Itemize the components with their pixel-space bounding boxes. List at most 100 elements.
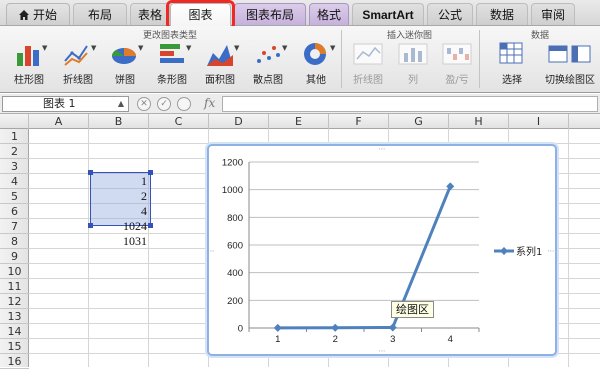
y-tick-label: 400 xyxy=(227,268,243,279)
column-chart-label: 柱形图 xyxy=(14,75,44,86)
cell-value[interactable]: 2 xyxy=(89,189,147,204)
tab-home[interactable]: 开始 xyxy=(6,3,70,25)
cell-value[interactable]: 1031 xyxy=(89,234,147,249)
select-data-button[interactable]: 选择 xyxy=(486,41,538,86)
row-header[interactable]: 13 xyxy=(0,309,29,324)
chevron-down-icon[interactable]: ▼ xyxy=(282,44,287,52)
ribbon-tab-bar: 开始 布局 表格 图表 图表布局 格式 SmartArt 公式 数据 审阅 xyxy=(0,0,600,30)
sparkline-line-icon xyxy=(353,43,383,65)
row-header[interactable]: 5 xyxy=(0,189,29,204)
chart-object[interactable]: 0 200 400 600 800 1000 1200 1 2 3 4 系列1 ⋯ ⋯ ⋯ ⋯ xyxy=(207,144,557,356)
cell-value[interactable]: 4 xyxy=(89,204,147,219)
formula-bar: 图表 1 ▲ ✕ ✓ fx xyxy=(0,94,600,114)
row-header[interactable]: 15 xyxy=(0,339,29,354)
tab-chart-layout[interactable]: 图表布局 xyxy=(234,3,306,25)
row-header[interactable]: 8 xyxy=(0,234,29,249)
tab-data[interactable]: 数据 xyxy=(476,3,528,25)
tab-review[interactable]: 审阅 xyxy=(531,3,575,25)
y-tick-label: 0 xyxy=(238,324,243,335)
line-chart-label: 折线图 xyxy=(63,75,93,86)
tab-format[interactable]: 格式 xyxy=(309,3,349,25)
column-header[interactable]: C xyxy=(149,114,209,129)
stepper-icon[interactable]: ▲ xyxy=(118,97,124,111)
chevron-down-icon[interactable]: ▼ xyxy=(42,44,47,52)
column-header[interactable]: G xyxy=(389,114,449,129)
data-point xyxy=(273,323,282,332)
column-header[interactable]: D xyxy=(209,114,269,129)
y-tick-label: 1200 xyxy=(222,158,243,169)
line-chart-icon xyxy=(64,45,88,66)
chevron-down-icon[interactable]: ▼ xyxy=(330,44,335,52)
switch-plot-button[interactable]: 切换绘图区 xyxy=(542,41,598,86)
pie-chart-icon xyxy=(111,48,136,64)
formula-input[interactable] xyxy=(222,96,598,112)
column-header[interactable]: F xyxy=(329,114,389,129)
y-tick-label: 1000 xyxy=(222,185,243,196)
row-header[interactable]: 12 xyxy=(0,294,29,309)
data-point xyxy=(331,323,340,332)
column-headers: ABCDEFGHI xyxy=(0,114,600,129)
tab-home-label: 开始 xyxy=(32,8,57,22)
tooltip: 绘图区 xyxy=(391,301,434,318)
column-header[interactable]: E xyxy=(269,114,329,129)
chevron-down-icon[interactable]: ▼ xyxy=(186,44,191,52)
select-all-corner[interactable] xyxy=(0,114,29,129)
sparkline-column-icon xyxy=(398,43,428,65)
sparkline-winloss-icon xyxy=(442,43,472,65)
data-point xyxy=(388,323,397,332)
tab-layout[interactable]: 布局 xyxy=(73,3,127,25)
data-point xyxy=(446,182,455,191)
confirm-icon[interactable]: ✓ xyxy=(157,97,171,111)
y-tick-label: 600 xyxy=(227,241,243,252)
chevron-down-icon[interactable]: ▼ xyxy=(91,44,96,52)
fx-icon[interactable]: fx xyxy=(204,96,215,110)
pie-chart-label: 饼图 xyxy=(115,75,135,86)
row-header[interactable]: 9 xyxy=(0,249,29,264)
select-data-icon xyxy=(499,42,523,64)
bar-chart-icon xyxy=(160,44,184,63)
scatter-chart-icon xyxy=(257,46,280,63)
column-header[interactable]: H xyxy=(449,114,509,129)
row-headers: 1 2 3 4 5 6 7 8 9 10 11 12 13 14 15 16 xyxy=(0,129,29,369)
cell-value[interactable]: 1024 xyxy=(89,219,147,234)
y-tick-label: 200 xyxy=(227,296,243,307)
column-header[interactable]: A xyxy=(29,114,89,129)
row-header[interactable]: 6 xyxy=(0,204,29,219)
tab-tables[interactable]: 表格 xyxy=(130,3,170,25)
name-box[interactable]: 图表 1 ▲ xyxy=(2,96,129,112)
row-header[interactable]: 2 xyxy=(0,144,29,159)
switch-plot-label: 切换绘图区 xyxy=(545,75,595,86)
column-header[interactable]: I xyxy=(509,114,569,129)
insert-function-circle[interactable] xyxy=(177,97,191,111)
row-header[interactable]: 3 xyxy=(0,159,29,174)
switch-row-column-icon xyxy=(548,45,591,63)
row-header[interactable]: 11 xyxy=(0,279,29,294)
sparkline-winloss-label: 盈/亏 xyxy=(445,75,469,86)
range-handle[interactable] xyxy=(148,223,153,228)
area-chart-icon xyxy=(207,45,233,66)
cancel-icon[interactable]: ✕ xyxy=(137,97,151,111)
range-handle[interactable] xyxy=(148,170,153,175)
other-charts-label: 其他 xyxy=(306,75,326,86)
row-header[interactable]: 14 xyxy=(0,324,29,339)
group-title-sparklines: 插入迷你图 xyxy=(386,31,432,41)
tab-smartart[interactable]: SmartArt xyxy=(352,3,424,25)
name-box-value: 图表 1 xyxy=(43,97,76,110)
chevron-down-icon[interactable]: ▼ xyxy=(234,44,239,52)
row-header[interactable]: 4 xyxy=(0,174,29,189)
x-tick-label: 3 xyxy=(390,334,395,345)
row-header[interactable]: 1 xyxy=(0,129,29,144)
tab-formulas[interactable]: 公式 xyxy=(427,3,473,25)
sparkline-winloss-button[interactable]: 盈/亏 xyxy=(431,41,483,86)
chevron-down-icon[interactable]: ▼ xyxy=(138,44,143,52)
column-header[interactable]: B xyxy=(89,114,149,129)
home-icon xyxy=(18,10,29,20)
select-data-label: 选择 xyxy=(502,75,522,86)
ribbon: 更改图表类型 插入迷你图 数据 柱形图 ▼ 折线图 ▼ 饼图 ▼ 条形图 ▼ 面… xyxy=(0,26,600,93)
row-header[interactable]: 10 xyxy=(0,264,29,279)
y-tick-label: 800 xyxy=(227,213,243,224)
resize-handle: ⋯ xyxy=(548,247,555,255)
x-tick-label: 4 xyxy=(448,334,453,345)
cell-value[interactable]: 1 xyxy=(89,174,147,189)
row-header[interactable]: 7 xyxy=(0,219,29,234)
